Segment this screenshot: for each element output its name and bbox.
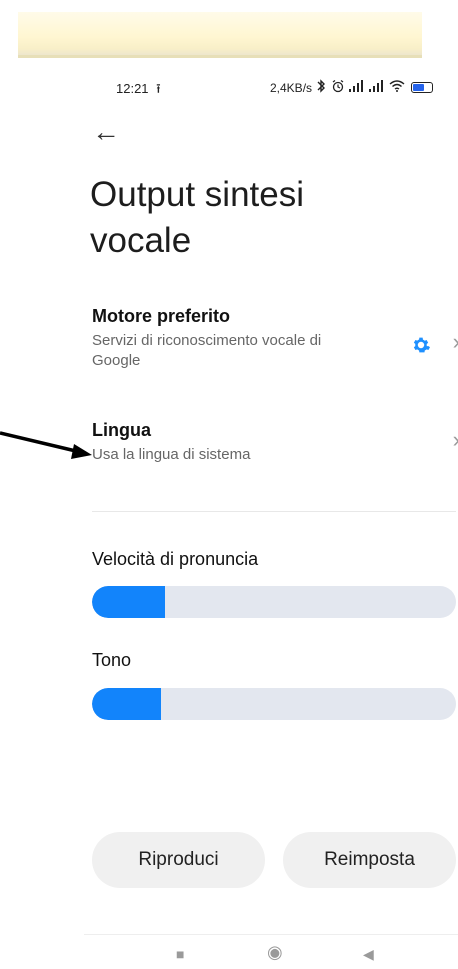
- item-subtitle: Usa la lingua di sistema: [92, 446, 251, 463]
- settings-gear-icon[interactable]: [410, 334, 432, 356]
- chevron-right-icon: ›: [453, 429, 458, 451]
- battery-fill: [413, 84, 424, 91]
- chevron-right-icon: ›: [453, 331, 458, 353]
- recent-apps-icon[interactable]: ■: [176, 946, 184, 962]
- annotation-arrow-icon: [0, 431, 92, 459]
- alarm-icon: [331, 79, 345, 96]
- preferred-engine-item[interactable]: Motore preferito Servizi di riconoscimen…: [92, 306, 458, 376]
- bluetooth-icon: [316, 79, 327, 96]
- navigation-bar: ■ ◉ ◀: [0, 943, 458, 965]
- pitch-label: Tono: [92, 650, 132, 670]
- language-item[interactable]: Lingua Usa la lingua di sistema ›: [92, 420, 458, 470]
- page-title: Output sintesi vocale: [90, 175, 304, 260]
- pitch-slider[interactable]: [92, 688, 456, 720]
- speech-rate-slider-fill: [92, 586, 165, 618]
- status-bar: 12:21 ⭱ 2,4KB/s: [0, 76, 458, 100]
- signal-icon: [369, 80, 385, 95]
- back-nav-icon[interactable]: ◀: [363, 946, 374, 962]
- item-title: Motore preferito: [92, 306, 231, 326]
- speech-rate-slider[interactable]: [92, 586, 456, 618]
- speech-rate-label: Velocità di pronuncia: [92, 549, 259, 569]
- wifi-icon: [389, 80, 405, 95]
- clock-text: 12:21: [116, 81, 149, 96]
- network-speed-text: 2,4KB/s: [270, 80, 313, 95]
- item-subtitle: Servizi di riconoscimento vocale di Goog…: [92, 332, 322, 369]
- section-divider: [92, 511, 456, 512]
- status-right: 2,4KB/s: [270, 79, 434, 96]
- status-time: 12:21 ⭱: [116, 80, 161, 102]
- battery-icon: [411, 82, 434, 93]
- pitch-slider-fill: [92, 688, 162, 720]
- play-button[interactable]: Riproduci: [92, 832, 265, 888]
- item-title: Lingua: [92, 420, 151, 440]
- back-button[interactable]: ←: [92, 118, 122, 146]
- home-icon[interactable]: ◉: [267, 943, 283, 961]
- reset-button[interactable]: Reimposta: [283, 832, 456, 888]
- signal-icon: [349, 80, 365, 95]
- upload-icon: ⭱: [156, 81, 161, 96]
- top-banner-strip: [18, 12, 422, 58]
- nav-divider: [84, 934, 458, 935]
